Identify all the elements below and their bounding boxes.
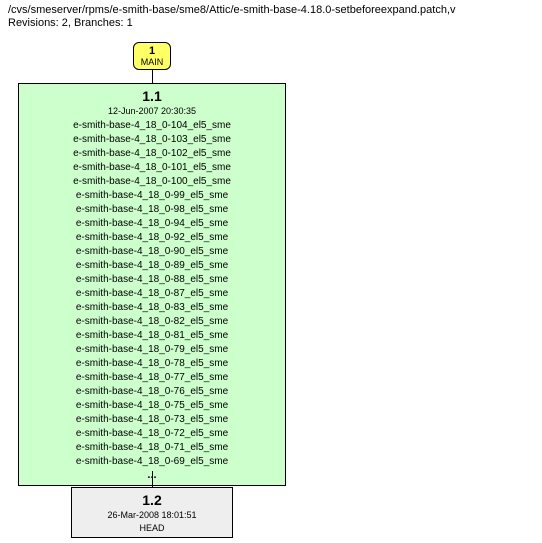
tag-item: e-smith-base-4_18_0-89_el5_sme: [25, 259, 279, 273]
revision-diagram: 1 MAIN 1.1 12-Jun-2007 20:30:35 e-smith-…: [0, 37, 542, 527]
tag-list: e-smith-base-4_18_0-104_el5_sme e-smith-…: [25, 119, 279, 469]
tag-item: e-smith-base-4_18_0-79_el5_sme: [25, 343, 279, 357]
revision-number: 1.2: [78, 492, 226, 508]
tag-item: e-smith-base-4_18_0-103_el5_sme: [25, 133, 279, 147]
file-path: /cvs/smeserver/rpms/e-smith-base/sme8/At…: [8, 4, 534, 16]
header: /cvs/smeserver/rpms/e-smith-base/sme8/At…: [0, 0, 542, 33]
tag-item: e-smith-base-4_18_0-78_el5_sme: [25, 357, 279, 371]
tag-item: e-smith-base-4_18_0-71_el5_sme: [25, 441, 279, 455]
tag-item: e-smith-base-4_18_0-73_el5_sme: [25, 413, 279, 427]
tag-item: e-smith-base-4_18_0-76_el5_sme: [25, 385, 279, 399]
tag-item: e-smith-base-4_18_0-83_el5_sme: [25, 301, 279, 315]
revision-box-1[interactable]: 1.1 12-Jun-2007 20:30:35 e-smith-base-4_…: [18, 83, 286, 486]
branch-number: 1: [138, 45, 166, 57]
tag-item: e-smith-base-4_18_0-88_el5_sme: [25, 273, 279, 287]
revision-date: 12-Jun-2007 20:30:35: [25, 106, 279, 116]
revision-count: Revisions: 2, Branches: 1: [8, 17, 534, 29]
connector-line: [152, 70, 153, 83]
branch-node[interactable]: 1 MAIN: [133, 42, 171, 70]
tag-item: e-smith-base-4_18_0-104_el5_sme: [25, 119, 279, 133]
head-label: HEAD: [78, 523, 226, 533]
tag-item: e-smith-base-4_18_0-72_el5_sme: [25, 427, 279, 441]
tag-item: e-smith-base-4_18_0-98_el5_sme: [25, 203, 279, 217]
tag-item: e-smith-base-4_18_0-100_el5_sme: [25, 175, 279, 189]
tag-item: e-smith-base-4_18_0-81_el5_sme: [25, 329, 279, 343]
tag-item: e-smith-base-4_18_0-92_el5_sme: [25, 231, 279, 245]
branch-label: MAIN: [138, 57, 166, 67]
connector-line: [152, 471, 153, 487]
tag-item: e-smith-base-4_18_0-87_el5_sme: [25, 287, 279, 301]
tag-item: e-smith-base-4_18_0-102_el5_sme: [25, 147, 279, 161]
revision-date: 26-Mar-2008 18:01:51: [78, 510, 226, 520]
tag-item: e-smith-base-4_18_0-90_el5_sme: [25, 245, 279, 259]
tag-item: e-smith-base-4_18_0-77_el5_sme: [25, 371, 279, 385]
tag-item: e-smith-base-4_18_0-75_el5_sme: [25, 399, 279, 413]
tag-item: e-smith-base-4_18_0-101_el5_sme: [25, 161, 279, 175]
tag-item: e-smith-base-4_18_0-99_el5_sme: [25, 189, 279, 203]
revision-box-2[interactable]: 1.2 26-Mar-2008 18:01:51 HEAD: [71, 487, 233, 538]
revision-number: 1.1: [25, 88, 279, 104]
tag-item: e-smith-base-4_18_0-94_el5_sme: [25, 217, 279, 231]
tag-item: e-smith-base-4_18_0-69_el5_sme: [25, 455, 279, 469]
tag-item: e-smith-base-4_18_0-82_el5_sme: [25, 315, 279, 329]
